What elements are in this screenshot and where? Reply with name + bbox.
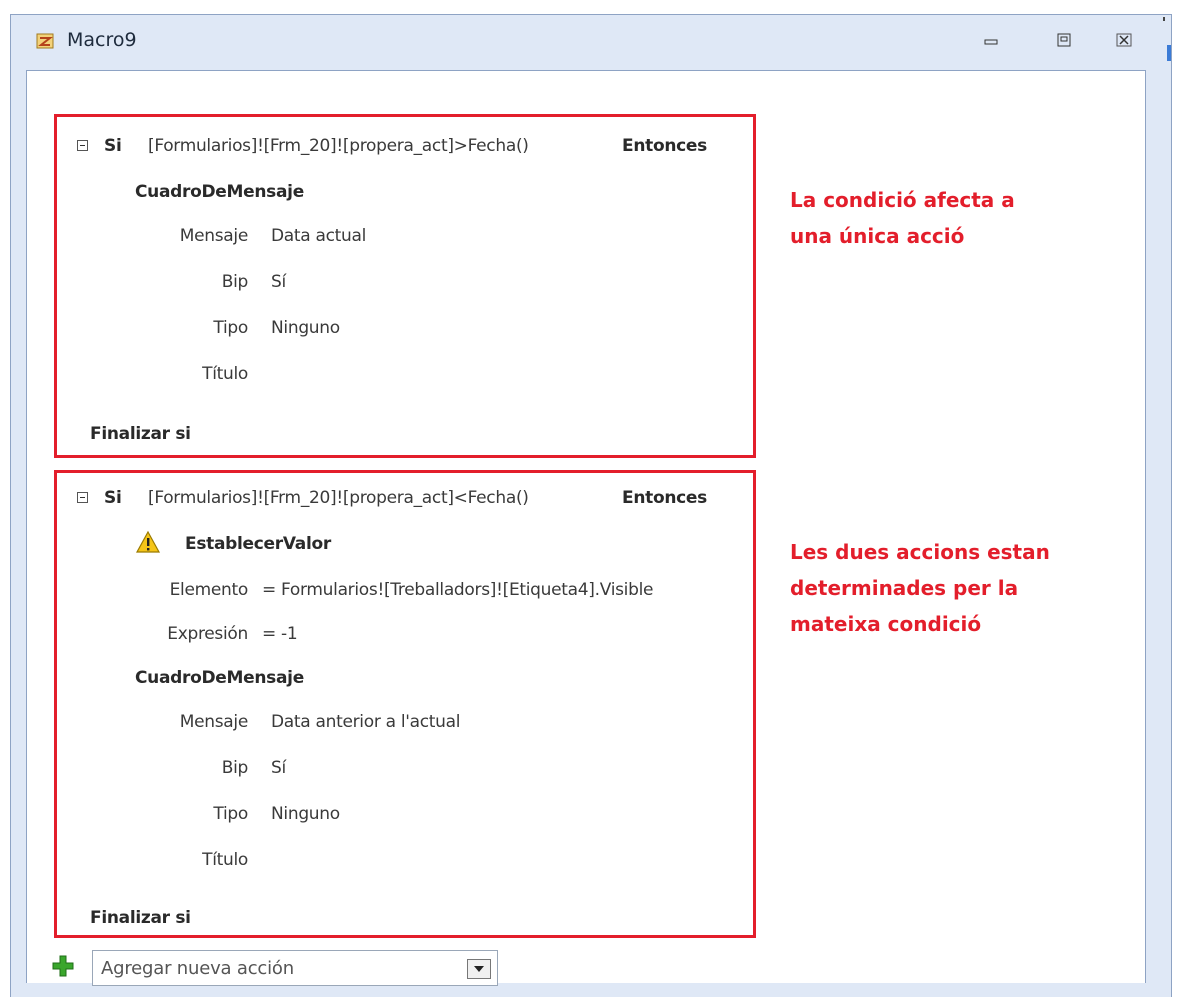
arg-label: Tipo bbox=[213, 318, 248, 338]
close-icon bbox=[1116, 33, 1132, 47]
dropdown-button[interactable] bbox=[467, 959, 491, 979]
if-keyword: Si bbox=[104, 488, 122, 508]
collapse-icon[interactable] bbox=[77, 492, 88, 503]
warning-icon bbox=[135, 530, 161, 553]
arg-value[interactable]: Ninguno bbox=[271, 318, 340, 338]
then-keyword: Entonces bbox=[622, 136, 707, 156]
arg-label: Elemento bbox=[169, 580, 249, 600]
arg-label: Tipo bbox=[213, 804, 248, 824]
end-if-keyword: Finalizar si bbox=[90, 908, 191, 928]
arg-label: Mensaje bbox=[179, 712, 249, 732]
collapse-icon[interactable] bbox=[77, 140, 88, 151]
if-keyword: Si bbox=[104, 136, 122, 156]
arg-label: Expresión bbox=[167, 624, 248, 644]
arg-value[interactable]: = Formularios![Treballadors]![Etiqueta4]… bbox=[262, 580, 653, 600]
action-name[interactable]: EstablecerValor bbox=[185, 534, 331, 554]
annotation-note-2: Les dues accions estan determinades per … bbox=[790, 534, 1050, 642]
arg-label: Bip bbox=[221, 272, 249, 292]
arg-label: Mensaje bbox=[179, 226, 249, 246]
then-keyword: Entonces bbox=[622, 488, 707, 508]
arg-value[interactable]: Sí bbox=[271, 272, 286, 292]
if-condition[interactable]: [Formularios]![Frm_20]![propera_act]>Fec… bbox=[148, 136, 529, 156]
window-edge-tick bbox=[1163, 17, 1165, 21]
note-line: La condició afecta a bbox=[790, 188, 1015, 212]
add-new-action-text: Agregar nueva acción bbox=[101, 958, 294, 979]
window-edge-marker bbox=[1167, 45, 1171, 61]
note-line: determinades per la bbox=[790, 576, 1019, 600]
arg-label: Título bbox=[202, 364, 248, 384]
arg-label: Bip bbox=[221, 758, 249, 778]
chevron-down-icon bbox=[474, 966, 484, 972]
note-line: Les dues accions estan bbox=[790, 540, 1050, 564]
arg-value[interactable]: = -1 bbox=[262, 624, 298, 644]
arg-value[interactable]: Ninguno bbox=[271, 804, 340, 824]
add-new-action-select[interactable]: Agregar nueva acción bbox=[92, 950, 498, 986]
note-line: una única acció bbox=[790, 224, 965, 248]
close-button[interactable] bbox=[1109, 27, 1139, 53]
minimize-icon bbox=[984, 39, 998, 45]
window-title: Macro9 bbox=[67, 29, 137, 51]
restore-button[interactable] bbox=[1049, 27, 1079, 53]
annotation-note-1: La condició afecta a una única acció bbox=[790, 182, 1015, 254]
if-condition[interactable]: [Formularios]![Frm_20]![propera_act]<Fec… bbox=[148, 488, 529, 508]
note-line: mateixa condició bbox=[790, 612, 982, 636]
add-plus-icon[interactable] bbox=[52, 955, 74, 977]
restore-icon bbox=[1057, 33, 1071, 47]
arg-value[interactable]: Data actual bbox=[271, 226, 366, 246]
macro-icon bbox=[36, 33, 54, 49]
arg-value[interactable]: Data anterior a l'actual bbox=[271, 712, 460, 732]
arg-label: Título bbox=[202, 850, 248, 870]
end-if-keyword: Finalizar si bbox=[90, 424, 191, 444]
action-name[interactable]: CuadroDeMensaje bbox=[135, 182, 304, 202]
arg-value[interactable]: Sí bbox=[271, 758, 286, 778]
minimize-button[interactable] bbox=[976, 27, 1006, 53]
title-bar: Macro9 bbox=[11, 15, 1171, 71]
action-name[interactable]: CuadroDeMensaje bbox=[135, 668, 304, 688]
